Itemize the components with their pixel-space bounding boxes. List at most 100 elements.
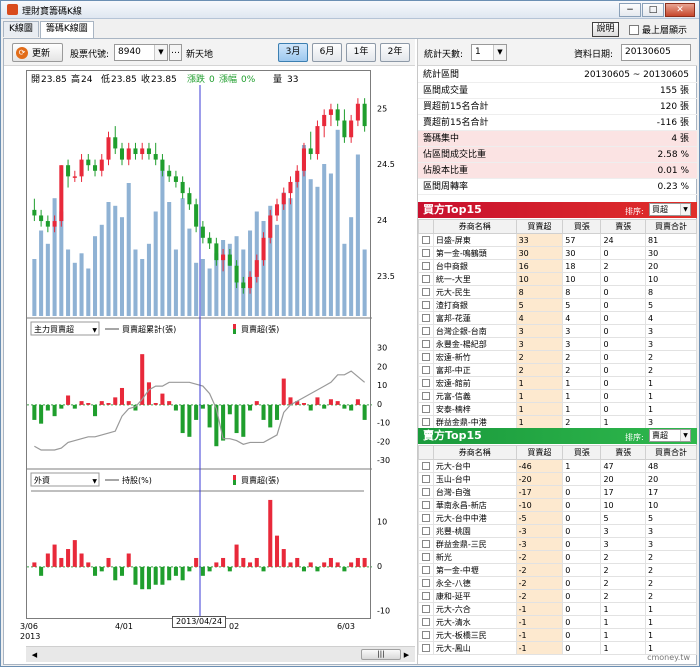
checkbox[interactable] [421, 418, 430, 426]
days-combo[interactable]: 1 ▼ [471, 44, 507, 61]
row-checkbox[interactable] [418, 602, 434, 616]
column-header[interactable]: 買賣超 [515, 219, 564, 234]
row-checkbox[interactable] [418, 589, 434, 603]
column-header[interactable]: 買賣合計 [645, 219, 697, 234]
checkbox[interactable] [421, 392, 430, 400]
checkbox[interactable] [421, 553, 430, 561]
table-row[interactable]: 台中商銀 16 18 2 20 [418, 259, 697, 273]
checkbox[interactable] [421, 514, 430, 522]
checkbox[interactable] [421, 236, 430, 244]
table-row[interactable]: 華南永昌-新店 -10 0 10 10 [418, 498, 697, 512]
row-checkbox[interactable] [418, 550, 434, 564]
table-row[interactable]: 玉山-台中 -20 0 20 20 [418, 472, 697, 486]
table-row[interactable]: 渣打商銀 5 5 0 5 [418, 298, 697, 312]
checkbox[interactable] [421, 540, 430, 548]
table-row[interactable]: 富邦-中正 2 2 0 2 [418, 363, 697, 377]
chevron-down-icon[interactable]: ▼ [680, 204, 690, 215]
row-checkbox[interactable] [418, 376, 434, 390]
table-row[interactable]: 元大-板橋三民 -1 0 1 1 [418, 628, 697, 642]
scroll-left-icon[interactable]: ◀ [28, 649, 41, 661]
checkbox[interactable] [421, 579, 430, 587]
checkbox[interactable] [421, 605, 430, 613]
checkbox[interactable] [421, 262, 430, 270]
row-checkbox[interactable] [418, 389, 434, 403]
chevron-down-icon[interactable]: ▼ [680, 430, 690, 441]
column-header[interactable]: 買張 [562, 445, 602, 460]
checkbox[interactable] [421, 327, 430, 335]
table-row[interactable]: 宏遠-館前 1 1 0 1 [418, 376, 697, 390]
checkbox[interactable] [421, 314, 430, 322]
table-row[interactable]: 台灣-自強 -17 0 17 17 [418, 485, 697, 499]
table-row[interactable]: 安泰-楠梓 1 1 0 1 [418, 402, 697, 416]
row-checkbox[interactable] [418, 285, 434, 299]
row-checkbox[interactable] [418, 537, 434, 551]
checkbox[interactable] [421, 566, 430, 574]
table-row[interactable]: 第一金-鳴鶴頭 30 30 0 30 [418, 246, 697, 260]
topmost-checkbox[interactable] [629, 24, 639, 35]
row-checkbox[interactable] [418, 233, 434, 247]
tab-kline[interactable]: K線圖 [3, 21, 39, 37]
row-checkbox[interactable] [418, 350, 434, 364]
table-row[interactable]: 元大-台中中港 -5 0 5 5 [418, 511, 697, 525]
maximize-button[interactable]: □ [642, 3, 664, 17]
checkbox[interactable] [421, 249, 430, 257]
checkbox[interactable] [421, 340, 430, 348]
scroll-right-icon[interactable]: ▶ [400, 649, 413, 661]
checkbox[interactable] [421, 353, 430, 361]
topmost-toggle[interactable]: 最上層顯示 [629, 23, 687, 36]
checkbox[interactable] [421, 275, 430, 283]
column-header[interactable]: 賣張 [600, 445, 647, 460]
row-checkbox[interactable] [418, 485, 434, 499]
checkbox[interactable] [421, 288, 430, 296]
table-row[interactable]: 永豐金-楊紀部 3 3 0 3 [418, 337, 697, 351]
checkbox[interactable] [421, 618, 430, 626]
checkbox[interactable] [421, 644, 430, 652]
column-header[interactable]: 券商名稱 [432, 445, 517, 460]
row-checkbox[interactable] [418, 259, 434, 273]
table-row[interactable]: 台灣企銀-台南 3 3 0 3 [418, 324, 697, 338]
checkbox[interactable] [421, 631, 430, 639]
row-checkbox[interactable] [418, 415, 434, 429]
minimize-button[interactable]: − [619, 3, 641, 17]
row-checkbox[interactable] [418, 324, 434, 338]
table-row[interactable]: 宏遠-新竹 2 2 0 2 [418, 350, 697, 364]
column-header[interactable]: 買張 [562, 219, 602, 234]
table-row[interactable]: 康和-延平 -2 0 2 2 [418, 589, 697, 603]
row-checkbox[interactable] [418, 311, 434, 325]
scroll-thumb[interactable]: ||| [361, 649, 401, 660]
column-header[interactable]: 買賣超 [515, 445, 564, 460]
table-row[interactable]: 元大-台中 -46 1 47 48 [418, 459, 697, 473]
row-checkbox[interactable] [418, 459, 434, 473]
checkbox[interactable] [421, 475, 430, 483]
row-checkbox[interactable] [418, 511, 434, 525]
table-row[interactable]: 第一金-中壢 -2 0 2 2 [418, 563, 697, 577]
row-checkbox[interactable] [418, 576, 434, 590]
checkbox[interactable] [421, 301, 430, 309]
row-checkbox[interactable] [418, 524, 434, 538]
close-button[interactable]: ✕ [665, 3, 695, 17]
sell-sort-combo[interactable]: 賣超 ▼ [649, 429, 691, 442]
row-checkbox[interactable] [418, 641, 434, 655]
table-row[interactable]: 富邦-花蓮 4 4 0 4 [418, 311, 697, 325]
column-header[interactable]: 賣張 [600, 219, 647, 234]
table-row[interactable]: 元富-信義 1 1 0 1 [418, 389, 697, 403]
table-row[interactable]: 元大-六合 -1 0 1 1 [418, 602, 697, 616]
chevron-down-icon[interactable]: ▼ [493, 45, 506, 60]
help-button[interactable]: 說明 [592, 22, 619, 37]
buy-sort-combo[interactable]: 買超 ▼ [649, 203, 691, 216]
table-row[interactable]: 群益金鼎-三民 -3 0 3 3 [418, 537, 697, 551]
row-checkbox[interactable] [418, 337, 434, 351]
row-checkbox[interactable] [418, 472, 434, 486]
checkbox[interactable] [421, 501, 430, 509]
row-checkbox[interactable] [418, 402, 434, 416]
table-row[interactable]: 日盛-屏東 33 57 24 81 [418, 233, 697, 247]
row-checkbox[interactable] [418, 246, 434, 260]
horizontal-scrollbar[interactable]: ◀ ||| ▶ [26, 646, 415, 662]
column-header[interactable]: 買賣合計 [645, 445, 697, 460]
checkbox[interactable] [421, 527, 430, 535]
table-row[interactable]: 兆豐-桃園 -3 0 3 3 [418, 524, 697, 538]
table-row[interactable]: 群益金鼎-中港 1 2 1 3 [418, 415, 697, 429]
row-checkbox[interactable] [418, 363, 434, 377]
row-checkbox[interactable] [418, 298, 434, 312]
row-checkbox[interactable] [418, 498, 434, 512]
